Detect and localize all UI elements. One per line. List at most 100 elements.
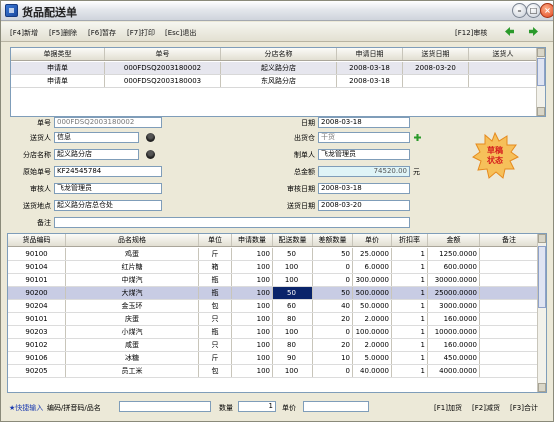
table-cell: 1: [392, 326, 428, 338]
maker-label: 制单人: [294, 151, 315, 159]
goods-grid[interactable]: 货品编码 品名规格 单位 申请数量 配送数量 差额数量 单价 折扣率 金额 备注…: [7, 233, 547, 393]
table-cell: 申请单: [11, 62, 105, 74]
table-cell: 5.0000: [353, 352, 392, 364]
table-cell[interactable]: 50: [273, 248, 313, 260]
table-cell: 100: [232, 261, 273, 273]
table-cell[interactable]: 100: [273, 274, 313, 286]
col-header: 品名规格: [66, 234, 199, 246]
table-cell: 0: [313, 261, 353, 273]
audit-button[interactable]: [F12]审核: [455, 28, 487, 38]
table-cell: 000FDSQ2003180002: [105, 62, 221, 74]
table-row[interactable]: 90100 鸡蛋斤 100 50 50 25.0000 1 1250.0000: [8, 248, 539, 261]
table-row[interactable]: 90102 咸蛋只 100 80 20 2.0000 1 160.0000: [8, 339, 539, 352]
original-no-field[interactable]: KF24545784: [54, 166, 162, 177]
prev-record-icon[interactable]: [505, 27, 514, 36]
table-cell: 6.0000: [353, 261, 392, 273]
table-cell: 100: [232, 339, 273, 351]
branch-picker-icon[interactable]: [146, 150, 155, 159]
date-field[interactable]: 2008-03-18: [318, 117, 410, 128]
scroll-thumb[interactable]: [537, 58, 545, 86]
person-picker-icon[interactable]: [146, 133, 155, 142]
maker-field[interactable]: 飞龙管理员: [318, 149, 410, 160]
total-button[interactable]: [F3]合计: [510, 403, 538, 413]
auditor-field[interactable]: 飞龙管理员: [54, 183, 162, 194]
table-row[interactable]: 90204 金玉环包 100 60 40 50.0000 1 3000.0000: [8, 300, 539, 313]
table-row[interactable]: 90205 员工米包 100 100 0 40.0000 1 4000.0000: [8, 365, 539, 378]
sender-field[interactable]: 信息: [54, 132, 139, 143]
table-cell[interactable]: 100: [273, 365, 313, 377]
table-cell: 起义路分店: [221, 62, 337, 74]
exit-button[interactable]: [Esc]退出: [165, 28, 196, 38]
reduce-goods-button[interactable]: [F2]减货: [472, 403, 500, 413]
table-cell: 90102: [8, 339, 66, 351]
remark-field[interactable]: [54, 217, 410, 228]
table-cell[interactable]: 90: [273, 352, 313, 364]
address-field[interactable]: 起义路分店总仓处: [54, 200, 162, 211]
table-cell: 160.0000: [428, 313, 480, 325]
table-cell[interactable]: 80: [273, 313, 313, 325]
quantity-input[interactable]: 1: [238, 401, 276, 412]
table-row[interactable]: 90101 中煤汽瓶 100 100 0 300.0000 1 30000.0000: [8, 274, 539, 287]
table-cell: 40.0000: [353, 365, 392, 377]
delivery-date-field[interactable]: 2008-03-20: [318, 200, 410, 211]
price-input[interactable]: [303, 401, 369, 412]
scroll-down-icon[interactable]: [537, 107, 545, 116]
table-cell: [469, 62, 538, 74]
new-button[interactable]: [F4]新增: [10, 28, 38, 38]
warehouse-label: 出货仓: [294, 134, 315, 142]
table-cell: 斤: [199, 352, 232, 364]
table-cell: 0: [313, 326, 353, 338]
table-cell: 2008-03-18: [337, 75, 403, 87]
audit-date-field[interactable]: 2008-03-18: [318, 183, 410, 194]
table-cell: 只: [199, 313, 232, 325]
request-list-scrollbar[interactable]: [536, 48, 545, 116]
table-row[interactable]: 申请单 000FDSQ2003180003 东风路分店 2008-03-18: [11, 75, 538, 88]
scroll-up-icon[interactable]: [537, 48, 545, 57]
table-cell[interactable]: 80: [273, 339, 313, 351]
minimize-button[interactable]: –: [512, 3, 527, 18]
close-button[interactable]: ×: [540, 3, 553, 18]
add-goods-button[interactable]: [F1]加货: [434, 403, 462, 413]
stamp-line-2: 状态: [487, 156, 503, 165]
table-cell: 鸡蛋: [66, 248, 199, 260]
table-row[interactable]: 90200 大煤汽瓶 100 50 50 500.0000 1 25000.0000: [8, 287, 539, 300]
table-cell[interactable]: 100: [273, 261, 313, 273]
code-input[interactable]: [119, 401, 211, 412]
scroll-thumb[interactable]: [538, 246, 546, 308]
maximize-button[interactable]: □: [526, 3, 541, 18]
table-cell: 450.0000: [428, 352, 480, 364]
next-record-icon[interactable]: [529, 27, 538, 36]
request-list-grid[interactable]: 单据类型 单号 分店名称 申请日期 送货日期 送货人 申请单 000FDSQ20…: [10, 47, 546, 117]
table-row[interactable]: 申请单 000FDSQ2003180002 起义路分店 2008-03-18 2…: [11, 62, 538, 75]
warehouse-field[interactable]: 干货: [318, 132, 410, 143]
table-row[interactable]: 90203 小煤汽瓶 100 100 0 100.0000 1 10000.0000: [8, 326, 539, 339]
table-cell: 咸蛋: [66, 339, 199, 351]
table-cell: 只: [199, 339, 232, 351]
order-no-field[interactable]: 000FDSQ2003180002: [54, 117, 162, 128]
quick-input-bar: ★快捷输入 编码/拼音码/品名 数量 1 单价 [F1]加货 [F2]减货 [F…: [1, 395, 553, 421]
goods-grid-scrollbar[interactable]: [537, 234, 546, 392]
close-icon: ×: [544, 6, 551, 15]
date-label: 日期: [301, 119, 315, 127]
table-cell[interactable]: 50: [273, 287, 313, 299]
table-cell[interactable]: 100: [273, 326, 313, 338]
table-cell: 大煤汽: [66, 287, 199, 299]
scroll-up-icon[interactable]: [538, 234, 546, 243]
print-button[interactable]: [F7]打印: [127, 28, 155, 38]
table-cell[interactable]: 60: [273, 300, 313, 312]
branch-field[interactable]: 起义路分店: [54, 149, 139, 160]
branch-label: 分店名称: [23, 151, 51, 159]
table-row[interactable]: 90104 红片糖箱 100 100 0 6.0000 1 600.0000: [8, 261, 539, 274]
col-header: 单据类型: [11, 48, 105, 60]
table-cell: 1: [392, 261, 428, 273]
table-cell: 100: [232, 300, 273, 312]
table-row[interactable]: 90101 庆蛋只 100 80 20 2.0000 1 160.0000: [8, 313, 539, 326]
table-row[interactable]: 90106 冰糖斤 100 90 10 5.0000 1 450.0000: [8, 352, 539, 365]
table-cell: 90200: [8, 287, 66, 299]
stamp-line-1: 草稿: [487, 146, 503, 155]
hold-button[interactable]: [F6]暂存: [88, 28, 116, 38]
col-header: 分店名称: [221, 48, 337, 60]
delete-button[interactable]: [F5]删除: [49, 28, 77, 38]
add-warehouse-icon[interactable]: [414, 134, 421, 141]
scroll-down-icon[interactable]: [538, 383, 546, 392]
